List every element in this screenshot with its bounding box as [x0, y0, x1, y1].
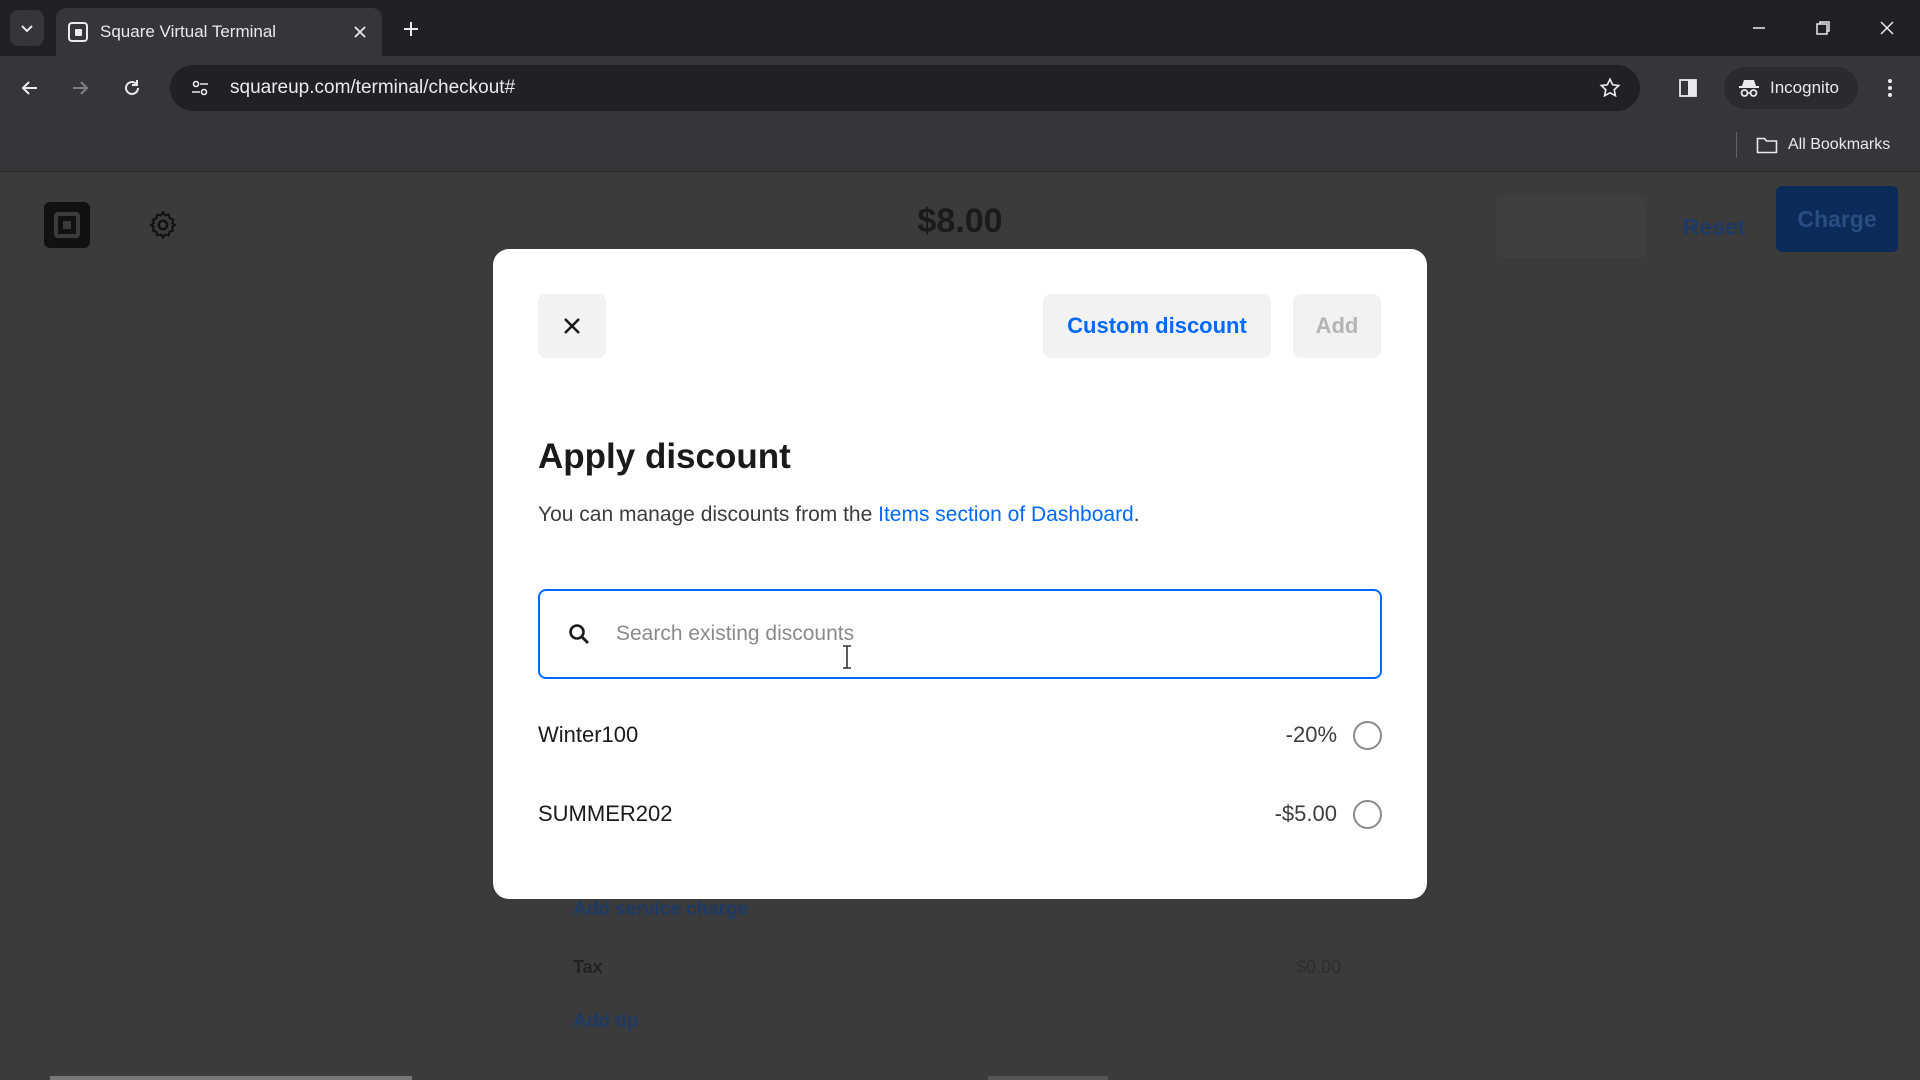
all-bookmarks-label: All Bookmarks — [1788, 136, 1891, 153]
items-dashboard-link[interactable]: Items section of Dashboard — [878, 503, 1134, 526]
tax-value: $0.00 — [1296, 957, 1342, 977]
url-text[interactable]: squareup.com/terminal/checkout# — [230, 77, 1588, 99]
add-tip-link[interactable]: Add tip — [573, 1011, 638, 1033]
all-bookmarks-button[interactable]: All Bookmarks — [1756, 128, 1890, 162]
apply-discount-dialog: Custom discount Add Apply discount You c… — [493, 249, 1427, 899]
faded-header-button — [1496, 196, 1646, 258]
help-text-suffix: . — [1133, 503, 1140, 526]
discount-name: Winter100 — [538, 722, 639, 747]
dialog-help-text: You can manage discounts from the Items … — [538, 503, 1140, 527]
page-scroll-indicator-secondary — [988, 1076, 1108, 1080]
reload-icon[interactable] — [114, 70, 150, 106]
tab-search-button[interactable] — [10, 10, 44, 46]
site-settings-icon[interactable] — [178, 65, 222, 111]
reset-button[interactable]: Reset — [1664, 196, 1764, 258]
bookmarks-bar: All Bookmarks — [0, 120, 1920, 172]
incognito-label: Incognito — [1770, 78, 1839, 97]
discount-search-field[interactable] — [538, 589, 1382, 679]
bookmarks-divider — [1736, 132, 1737, 158]
discount-row[interactable]: SUMMER202 -$5.00 — [538, 784, 1382, 844]
discount-row[interactable]: Winter100 -20% — [538, 705, 1382, 765]
incognito-indicator[interactable]: Incognito — [1724, 67, 1858, 109]
square-favicon-icon — [68, 22, 88, 42]
help-text-prefix: You can manage discounts from the — [538, 503, 879, 526]
folder-icon — [1756, 137, 1778, 154]
discount-name: SUMMER202 — [538, 801, 673, 826]
charge-button[interactable]: Charge — [1776, 186, 1898, 252]
back-arrow-icon[interactable] — [12, 70, 48, 106]
bookmark-star-icon[interactable] — [1588, 65, 1632, 111]
new-tab-plus-icon[interactable] — [396, 14, 426, 44]
address-bar[interactable]: squareup.com/terminal/checkout# — [170, 65, 1640, 111]
discount-amount: -$5.00 — [1274, 801, 1337, 826]
page-scroll-indicator — [50, 1076, 412, 1080]
close-icon — [564, 318, 580, 334]
add-discount-button[interactable]: Add — [1293, 294, 1381, 358]
forward-arrow-icon[interactable] — [62, 70, 98, 106]
tab-title: Square Virtual Terminal — [100, 22, 277, 41]
square-logo-icon[interactable] — [44, 202, 90, 248]
dialog-title: Apply discount — [538, 437, 791, 476]
minimize-icon[interactable] — [1736, 10, 1782, 46]
settings-gear-icon[interactable] — [144, 206, 182, 244]
browser-toolbar: squareup.com/terminal/checkout# Incognit… — [0, 56, 1920, 120]
discount-radio[interactable] — [1353, 720, 1382, 750]
side-panel-icon[interactable] — [1670, 70, 1706, 106]
discount-search-input[interactable] — [616, 604, 1380, 664]
window-close-icon[interactable] — [1864, 10, 1910, 46]
discount-radio[interactable] — [1353, 799, 1382, 829]
add-service-charge-link[interactable]: Add service charge — [573, 899, 748, 921]
checkout-total: $8.00 — [917, 202, 1003, 240]
restore-icon[interactable] — [1800, 10, 1846, 46]
close-dialog-button[interactable] — [538, 294, 606, 358]
text-cursor-icon — [843, 645, 851, 669]
more-vert-icon[interactable] — [1872, 70, 1908, 106]
discount-amount: -20% — [1285, 722, 1337, 747]
incognito-icon — [1739, 80, 1759, 97]
search-icon — [566, 621, 592, 647]
custom-discount-button[interactable]: Custom discount — [1043, 294, 1271, 358]
tax-label: Tax — [573, 957, 603, 977]
browser-tab-bar: Square Virtual Terminal — [0, 0, 1920, 56]
tab-close-icon[interactable] — [350, 22, 370, 42]
browser-tab[interactable]: Square Virtual Terminal — [56, 8, 382, 56]
chevron-down-icon — [21, 25, 33, 33]
